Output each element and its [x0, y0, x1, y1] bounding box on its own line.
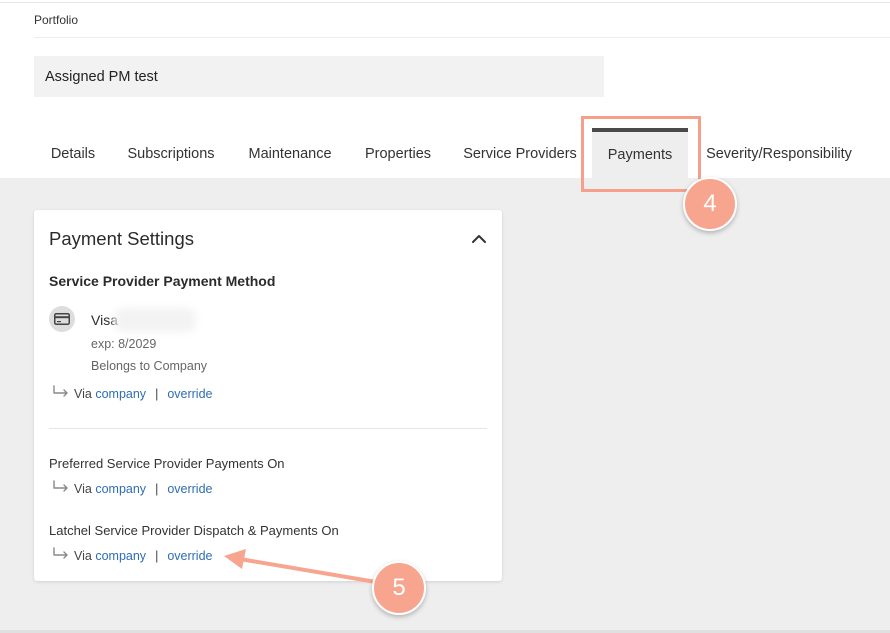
return-arrow-icon [52, 385, 70, 402]
return-arrow-icon [52, 480, 70, 497]
override-link[interactable]: override [167, 387, 212, 401]
tab-maintenance[interactable]: Maintenance [232, 128, 348, 178]
payment-method-avatar [49, 306, 75, 332]
override-link[interactable]: override [167, 549, 212, 563]
payment-method-owner: Belongs to Company [91, 359, 208, 373]
via-label: Via [74, 548, 92, 563]
preferred-payments-label: Preferred Service Provider Payments On [49, 456, 285, 471]
breadcrumb[interactable]: Portfolio [34, 13, 78, 27]
via-label: Via [74, 481, 92, 496]
card-title: Payment Settings [49, 228, 194, 249]
section-divider [49, 428, 487, 429]
via-label: Via [74, 386, 92, 401]
header-divider [34, 37, 890, 38]
separator: | [155, 481, 159, 496]
payment-method-inheritance: Via company | override [52, 385, 212, 402]
tab-service-providers[interactable]: Service Providers [448, 128, 592, 178]
chevron-up-icon [472, 235, 486, 243]
step-badge-5: 5 [372, 561, 426, 615]
tab-payments[interactable]: Payments [592, 128, 688, 178]
collapse-button[interactable] [468, 228, 490, 250]
payment-method-heading: Service Provider Payment Method [49, 273, 276, 289]
latchel-dispatch-inheritance: Via company | override [52, 547, 212, 564]
portfolio-name-input[interactable] [34, 56, 604, 97]
preferred-payments-inheritance: Via company | override [52, 480, 212, 497]
payment-settings-card: Payment Settings Service Provider Paymen… [34, 210, 502, 581]
tab-details[interactable]: Details [34, 128, 112, 178]
tab-severity-responsibility[interactable]: Severity/Responsibility [696, 128, 862, 178]
step-badge-4: 4 [683, 177, 737, 231]
latchel-dispatch-label: Latchel Service Provider Dispatch & Paym… [49, 523, 339, 538]
company-link[interactable]: company [95, 549, 146, 563]
tab-subscriptions[interactable]: Subscriptions [112, 128, 230, 178]
company-link[interactable]: company [95, 482, 146, 496]
return-arrow-icon [52, 547, 70, 564]
top-rule [0, 2, 890, 3]
payment-method-expiration: exp: 8/2029 [91, 337, 157, 351]
credit-card-icon [54, 313, 70, 325]
redacted-card-number [114, 308, 196, 332]
separator: | [155, 548, 159, 563]
separator: | [155, 386, 159, 401]
tab-bar: Details Subscriptions Maintenance Proper… [0, 128, 890, 178]
override-link[interactable]: override [167, 482, 212, 496]
tab-properties[interactable]: Properties [350, 128, 446, 178]
company-link[interactable]: company [95, 387, 146, 401]
